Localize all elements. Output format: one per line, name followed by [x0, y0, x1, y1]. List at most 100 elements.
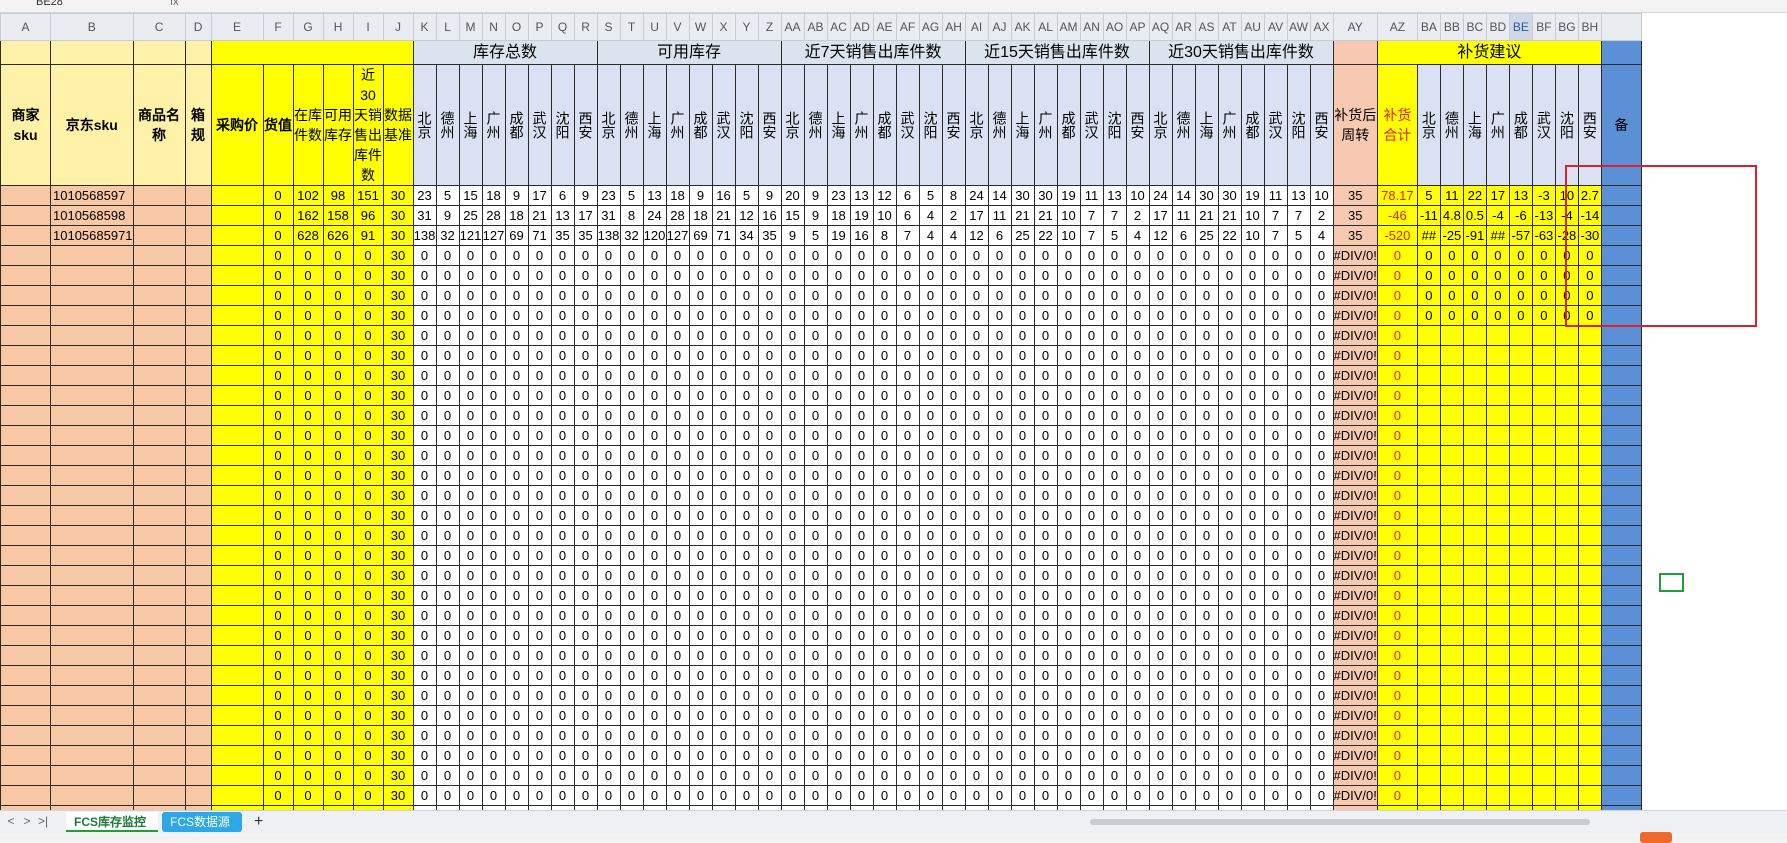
cell-value[interactable]: 0	[292, 445, 324, 466]
cell-city-value[interactable]: 0	[665, 245, 690, 266]
cell-city-value[interactable]: 0	[1286, 765, 1311, 786]
cell-merchant-sku[interactable]	[0, 645, 51, 666]
cell-turnover[interactable]: #DIV/0!	[1332, 745, 1378, 766]
cell-city-value[interactable]: 0	[688, 345, 713, 366]
cell-product-name[interactable]	[132, 765, 186, 786]
cell-city-value[interactable]: 4	[941, 225, 966, 246]
column-header[interactable]: U	[642, 13, 667, 41]
cell-box-spec[interactable]	[184, 425, 212, 446]
cell-city-value[interactable]: 0	[895, 665, 920, 686]
cell-city-value[interactable]: 0	[665, 365, 690, 386]
cell-city-value[interactable]: 0	[1148, 525, 1173, 546]
cell-city-value[interactable]: 0	[412, 765, 437, 786]
cell-city-value[interactable]: 0	[1194, 345, 1219, 366]
cell-city-value[interactable]: 0	[1010, 505, 1035, 526]
cell-total[interactable]: 0	[1376, 525, 1418, 546]
cell-replenish[interactable]	[1439, 385, 1464, 406]
cell-value[interactable]: 0	[352, 545, 384, 566]
cell-city-value[interactable]: 0	[1263, 605, 1288, 626]
cell-replenish[interactable]	[1531, 465, 1556, 486]
cell-replenish[interactable]	[1462, 425, 1487, 446]
cell-city-value[interactable]: 0	[435, 365, 460, 386]
cell-box-spec[interactable]	[184, 445, 212, 466]
cell-city-value[interactable]: 0	[1286, 325, 1311, 346]
cell-city-value[interactable]: 5	[1102, 225, 1127, 246]
cell-city-value[interactable]: 6	[895, 185, 920, 206]
cell-city-value[interactable]: 0	[1033, 385, 1058, 406]
column-header[interactable]: V	[665, 13, 690, 41]
cell-product-name[interactable]	[132, 525, 186, 546]
cell-replenish[interactable]	[1508, 525, 1533, 546]
cell-city-value[interactable]: 0	[780, 725, 805, 746]
cell-city-value[interactable]: 0	[550, 545, 575, 566]
cell-replenish[interactable]	[1554, 545, 1579, 566]
cell-turnover[interactable]: #DIV/0!	[1332, 325, 1378, 346]
cell-city-value[interactable]: 0	[1171, 405, 1196, 426]
cell-city-value[interactable]: 0	[734, 585, 759, 606]
cell-city-value[interactable]: 0	[412, 625, 437, 646]
cell-city-value[interactable]: 0	[757, 625, 782, 646]
column-header[interactable]: AS	[1194, 13, 1219, 41]
cell-replenish[interactable]: 0	[1508, 245, 1533, 266]
cell-city-value[interactable]: 0	[1125, 765, 1150, 786]
cell-city-value[interactable]: 0	[1263, 625, 1288, 646]
cell-city-value[interactable]: 0	[1286, 625, 1311, 646]
cell-city-value[interactable]: 0	[1010, 685, 1035, 706]
cell-city-value[interactable]: 0	[412, 285, 437, 306]
cell-city-value[interactable]: 0	[550, 285, 575, 306]
cell-replenish[interactable]: 0	[1416, 285, 1441, 306]
cell-replenish[interactable]	[1439, 705, 1464, 726]
column-header[interactable]: AQ	[1148, 13, 1173, 41]
cell-city-value[interactable]: 0	[1217, 505, 1242, 526]
cell-city-value[interactable]: 0	[1079, 725, 1104, 746]
column-header[interactable]: AJ	[987, 13, 1012, 41]
cell-city-value[interactable]: 0	[1148, 505, 1173, 526]
cell-replenish[interactable]	[1485, 445, 1510, 466]
cell-value[interactable]: 91	[352, 225, 384, 246]
cell-city-value[interactable]: 0	[1102, 365, 1127, 386]
cell-value[interactable]: 0	[322, 245, 354, 266]
cell-city-value[interactable]: 0	[987, 725, 1012, 746]
cell-city-value[interactable]: 2	[1125, 205, 1150, 226]
cell-city-value[interactable]: 0	[1079, 325, 1104, 346]
cell-replenish[interactable]	[1531, 565, 1556, 586]
cell-product-name[interactable]	[132, 425, 186, 446]
cell-product-name[interactable]	[132, 725, 186, 746]
cell-city-value[interactable]: 0	[711, 305, 736, 326]
cell-city-value[interactable]: 0	[1056, 685, 1081, 706]
cell-city-value[interactable]: 0	[481, 745, 506, 766]
cell-city-value[interactable]: 0	[1263, 545, 1288, 566]
cell-replenish[interactable]	[1508, 725, 1533, 746]
cell-city-value[interactable]: 0	[435, 445, 460, 466]
cell-value[interactable]: 0	[322, 465, 354, 486]
cell-value[interactable]: 0	[322, 285, 354, 306]
cell-jd-sku[interactable]	[50, 265, 134, 286]
cell-city-value[interactable]: 0	[1171, 765, 1196, 786]
cell-replenish[interactable]	[1577, 465, 1602, 486]
cell-city-value[interactable]: 0	[1286, 405, 1311, 426]
cell-city-value[interactable]: 0	[872, 505, 897, 526]
cell-city-value[interactable]: 0	[458, 645, 483, 666]
cell-city-value[interactable]: 0	[918, 325, 943, 346]
cell-city-value[interactable]: 0	[1217, 685, 1242, 706]
cell-city-value[interactable]: 0	[780, 625, 805, 646]
cell-base[interactable]: 30	[382, 525, 414, 546]
cell-city-value[interactable]: 0	[665, 505, 690, 526]
cell-replenish[interactable]	[1554, 425, 1579, 446]
cell-city-value[interactable]: 0	[665, 685, 690, 706]
cell-replenish[interactable]	[1462, 485, 1487, 506]
cell-city-value[interactable]: 0	[642, 765, 667, 786]
cell-replenish[interactable]: -6	[1508, 205, 1533, 226]
cell-base[interactable]: 30	[382, 385, 414, 406]
cell-total[interactable]: 0	[1376, 445, 1418, 466]
cell-city-value[interactable]: 0	[1056, 325, 1081, 346]
cell-city-value[interactable]: 0	[1033, 685, 1058, 706]
cell-replenish[interactable]	[1439, 765, 1464, 786]
cell-city-value[interactable]: 0	[1309, 505, 1334, 526]
cell-city-value[interactable]: 0	[941, 685, 966, 706]
cell-value[interactable]: 0	[292, 725, 324, 746]
cell-city-value[interactable]: 0	[803, 645, 828, 666]
cell-box-spec[interactable]	[184, 405, 212, 426]
cell-city-value[interactable]: 138	[596, 225, 621, 246]
cell-city-value[interactable]: 0	[895, 565, 920, 586]
